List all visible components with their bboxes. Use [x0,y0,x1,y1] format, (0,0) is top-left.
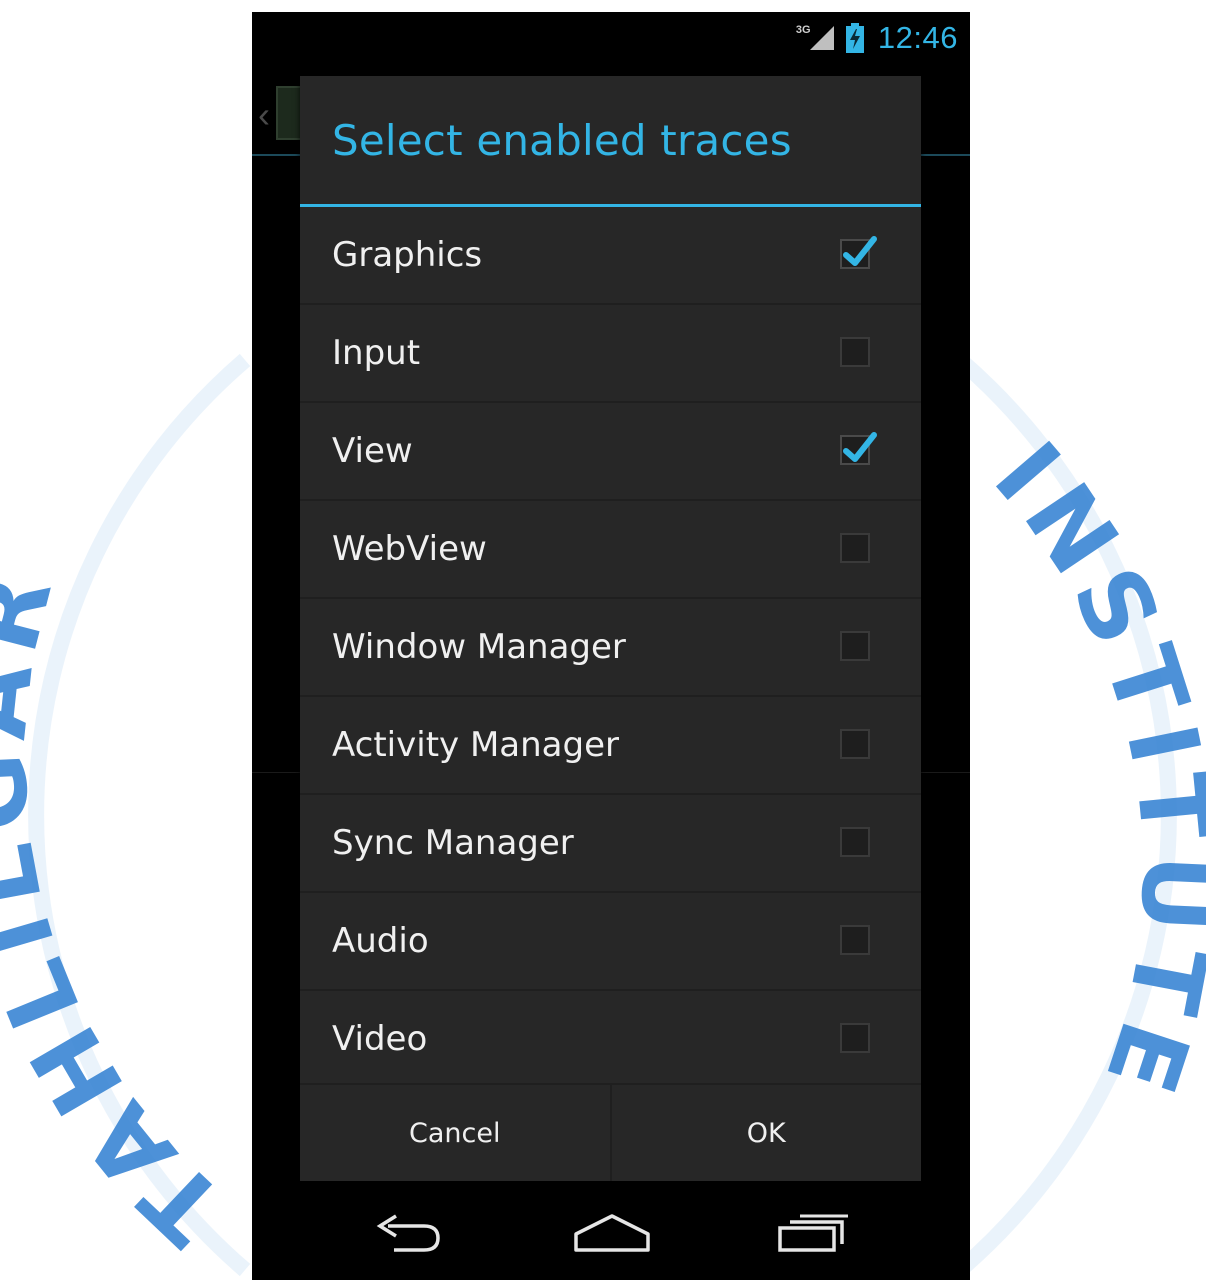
trace-list: Graphics Input View WebView Window Manag… [300,207,921,1089]
checkbox-unchecked[interactable] [840,827,870,857]
trace-item-label: Audio [332,921,429,961]
trace-item-sync-manager[interactable]: Sync Manager [300,795,921,893]
checkbox-unchecked[interactable] [840,1023,870,1053]
status-clock: 12:46 [877,20,958,55]
trace-item-label: View [332,431,413,471]
dialog-title: Select enabled traces [332,116,792,165]
checkbox-checked[interactable] [840,236,877,269]
checkbox-unchecked[interactable] [840,337,870,367]
checkmark-icon [843,236,877,266]
network-type: 3G [795,24,811,36]
trace-item-label: WebView [332,529,487,569]
cancel-button[interactable]: Cancel [300,1085,610,1181]
watermark-left-text: TAHLILGAR [0,554,235,1266]
checkbox-unchecked[interactable] [840,729,870,759]
trace-item-input[interactable]: Input [300,305,921,403]
home-icon[interactable] [572,1212,652,1261]
trace-item-audio[interactable]: Audio [300,893,921,991]
status-bar: 3G 12:46 [252,12,970,62]
checkmark-icon [843,432,877,462]
battery-charging-icon [845,23,864,53]
signal-icon: 3G [796,22,836,54]
up-caret-icon: ‹ [258,94,270,135]
phone-screen: 3G 12:46 ‹ Select enabled traces Graphic… [252,12,970,1280]
checkbox-checked[interactable] [840,432,877,465]
app-icon [276,86,302,140]
trace-item-activity-manager[interactable]: Activity Manager [300,697,921,795]
checkbox-unchecked[interactable] [840,533,870,563]
navigation-bar [252,1194,970,1280]
recent-apps-icon[interactable] [776,1212,850,1261]
trace-item-webview[interactable]: WebView [300,501,921,599]
dialog-button-bar: Cancel OK [300,1083,921,1181]
trace-item-label: Sync Manager [332,823,574,863]
back-icon[interactable] [372,1212,444,1261]
trace-item-label: Video [332,1019,428,1059]
traces-dialog: Select enabled traces Graphics Input Vie… [300,76,921,1181]
trace-item-label: Input [332,333,421,373]
ok-button[interactable]: OK [612,1085,922,1181]
svg-text:TAHLILGAR: TAHLILGAR [0,554,245,1266]
svg-text:INSTITUTE: INSTITUTE [973,422,1206,1115]
trace-item-graphics[interactable]: Graphics [300,207,921,305]
trace-item-label: Graphics [332,235,483,275]
checkbox-unchecked[interactable] [840,925,870,955]
watermark-right-text: INSTITUTE [973,422,1206,1115]
trace-item-window-manager[interactable]: Window Manager [300,599,921,697]
trace-item-view[interactable]: View [300,403,921,501]
trace-item-video[interactable]: Video [300,991,921,1089]
checkbox-unchecked[interactable] [840,631,870,661]
trace-item-label: Activity Manager [332,725,619,765]
trace-item-label: Window Manager [332,627,626,667]
